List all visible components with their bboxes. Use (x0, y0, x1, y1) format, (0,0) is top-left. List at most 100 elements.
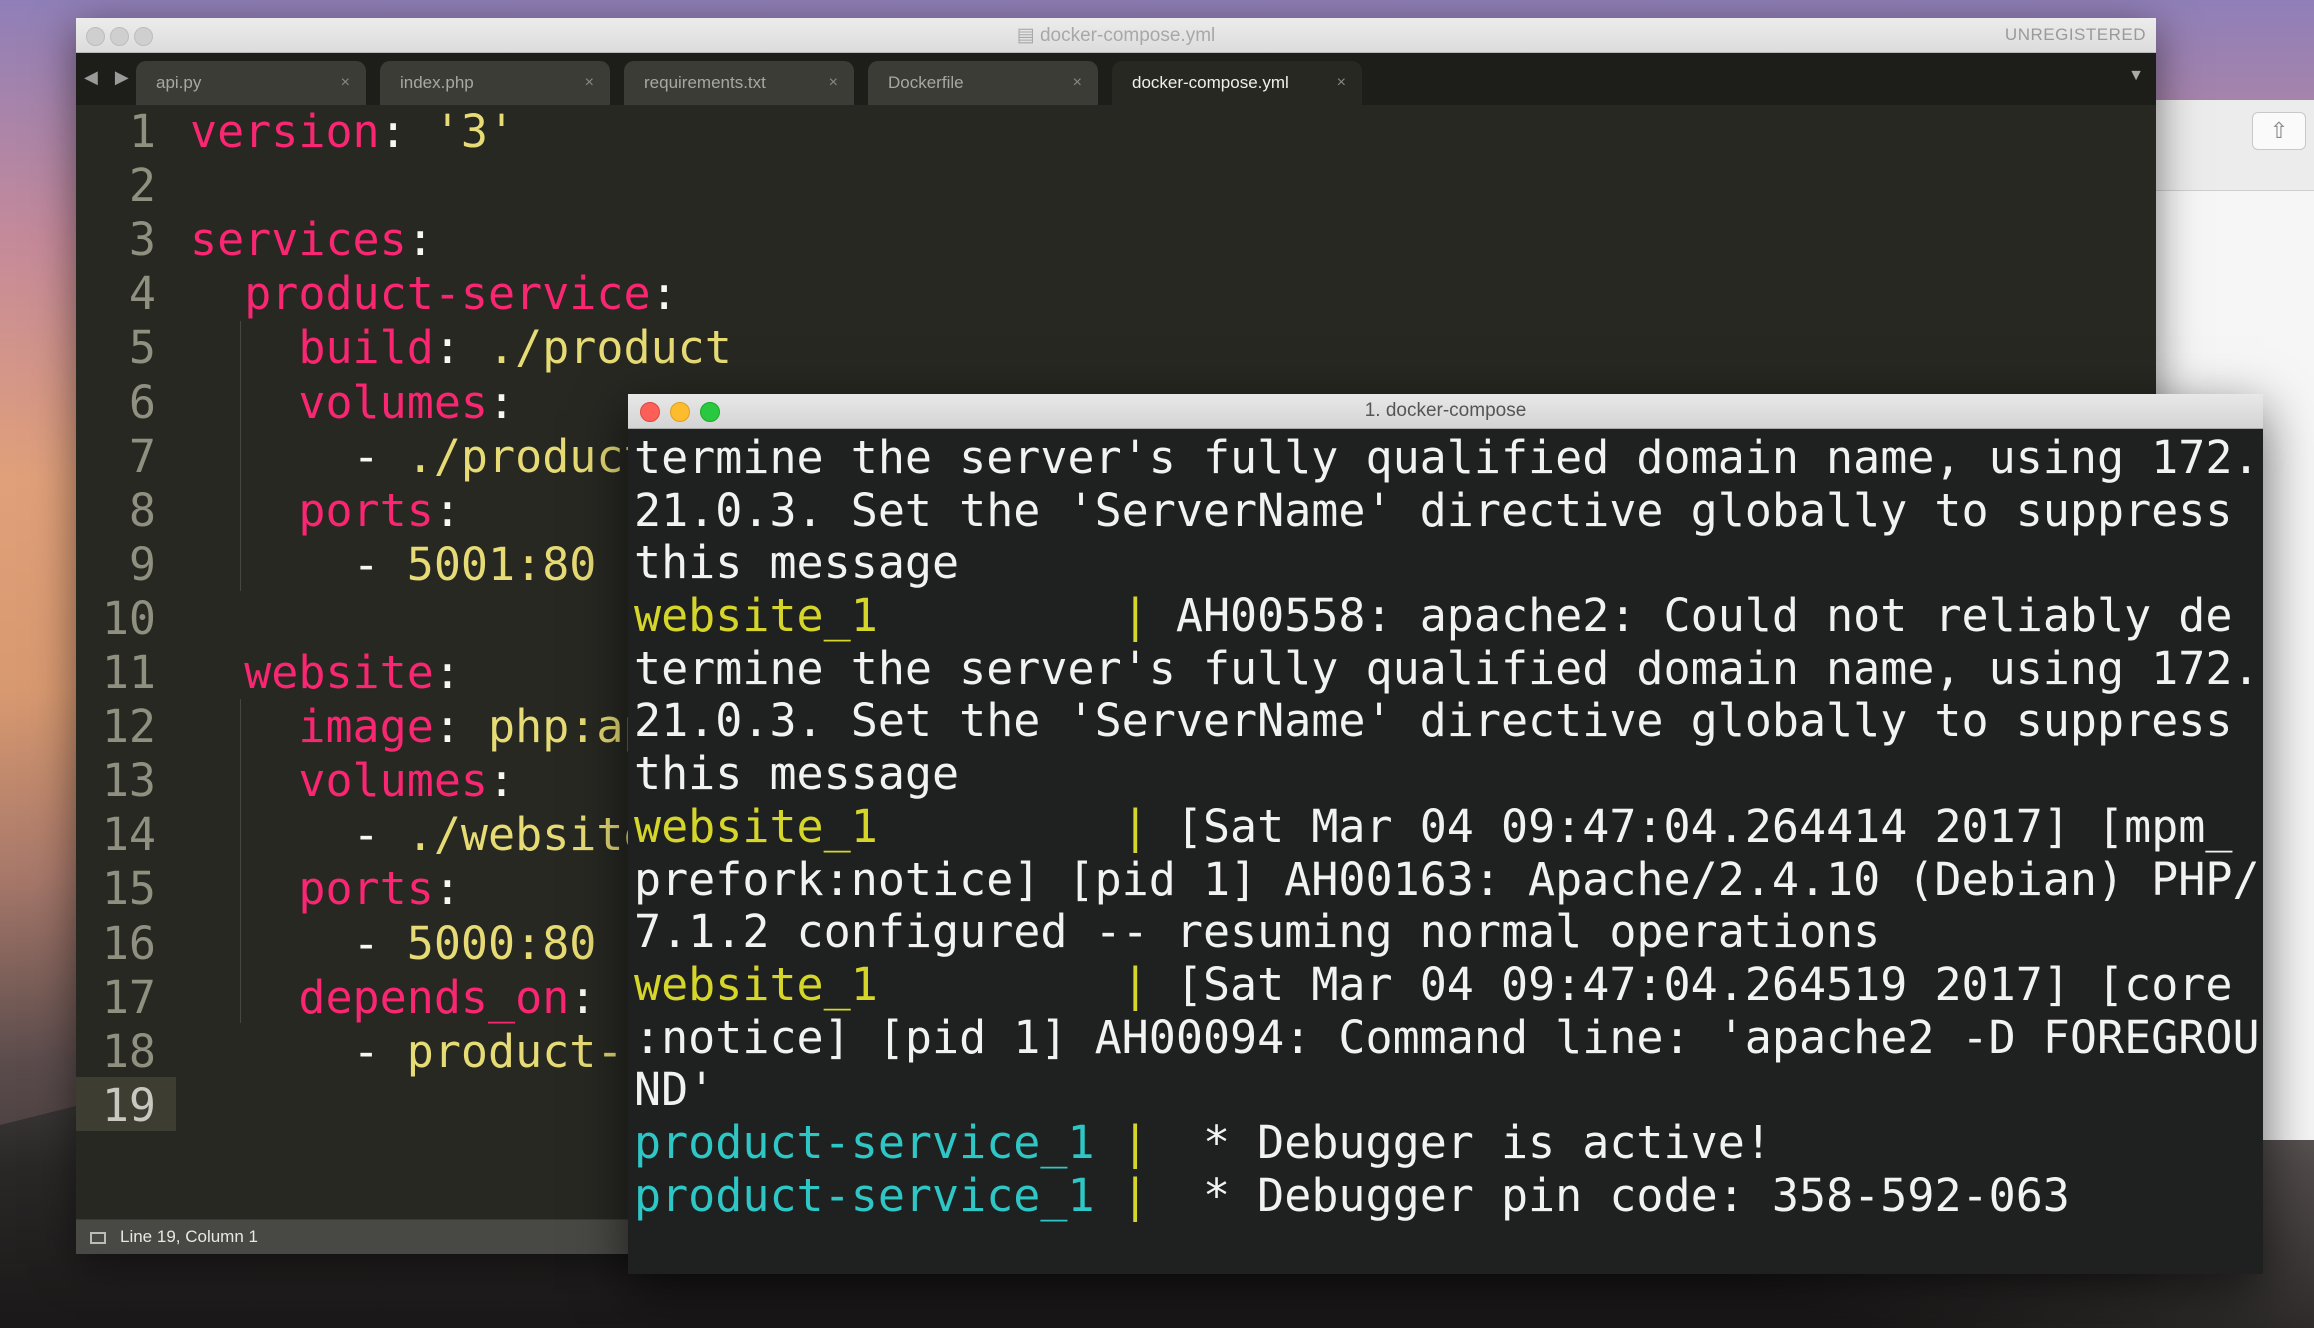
line-number: 7 (128, 429, 156, 483)
code-punct: - (352, 1024, 407, 1078)
tab-docker-compose-yml[interactable]: docker-compose.yml × (1112, 61, 1362, 105)
line-number: 15 (101, 862, 156, 916)
log-separator: | (1121, 1168, 1149, 1222)
code-line[interactable]: 14 - ./website (76, 808, 651, 862)
code-value: product-s (406, 1024, 651, 1078)
tab-dockerfile[interactable]: Dockerfile × (868, 61, 1098, 105)
code-line[interactable]: 16 - 5000:80 (76, 916, 597, 971)
code-punct: : (569, 970, 597, 1024)
tab-dropdown-icon[interactable]: ▼ (2128, 67, 2144, 85)
code-punct: - (352, 429, 407, 483)
code-value: ./product (406, 429, 651, 483)
close-tab-icon[interactable]: × (585, 61, 594, 105)
code-punct: : (433, 646, 461, 699)
code-line[interactable]: 18 - product-s (76, 1025, 651, 1079)
code-line[interactable]: 3 services: (76, 213, 434, 267)
code-line[interactable]: 7 - ./product (76, 430, 651, 484)
code-punct: - (352, 916, 407, 970)
close-tab-icon[interactable]: × (829, 61, 838, 105)
code-value: '3' (433, 105, 516, 158)
code-key: version (190, 105, 380, 158)
tab-bar: ◀ ▶ api.py × index.php × requirements.tx… (76, 53, 2156, 106)
code-line[interactable]: 13 volumes: (76, 754, 515, 808)
code-line[interactable]: 4 product-service: (76, 267, 678, 321)
line-number: 18 (101, 1024, 156, 1078)
line-number: 2 (128, 159, 156, 213)
code-line[interactable]: 1 version: '3' (76, 105, 515, 159)
log-text: :notice] [pid 1] AH00094: Command line: … (634, 1010, 2260, 1064)
code-line[interactable]: 6 volumes: (76, 376, 515, 430)
tab-label: requirements.txt (644, 73, 766, 92)
terminal-line: this message (634, 747, 2259, 801)
code-line[interactable]: 5 build: ./product (76, 321, 732, 375)
code-key: volumes (298, 375, 489, 429)
code-punct: : (379, 105, 434, 158)
line-number: 10 (101, 591, 156, 645)
terminal-line: :notice] [pid 1] AH00094: Command line: … (634, 1010, 2260, 1065)
code-line[interactable]: 12 image: php:ap (76, 700, 651, 754)
code-line[interactable]: 8 ports: (76, 484, 461, 538)
code-key: ports (298, 483, 434, 537)
code-value: php:ap (488, 700, 651, 754)
line-number: 1 (128, 105, 156, 158)
log-text: | * Debugger is active! (1121, 1115, 1772, 1169)
code-punct: : (433, 483, 461, 537)
code-line[interactable]: 2 (76, 159, 190, 213)
code-value: ./product (488, 321, 732, 375)
log-separator: | (1121, 799, 1149, 853)
tab-requirements-txt[interactable]: requirements.txt × (624, 61, 854, 105)
code-punct: : (433, 700, 489, 754)
code-line[interactable]: 15 ports: (76, 862, 461, 916)
log-separator: | (1121, 589, 1149, 643)
log-text: 7.1.2 configured -- resuming normal oper… (634, 905, 1881, 959)
terminal-output[interactable]: termine the server's fully qualified dom… (634, 431, 2260, 1274)
code-line[interactable]: 17 depends_on: (76, 970, 597, 1025)
code-value: 5001:80 (406, 537, 597, 591)
log-text: this message (634, 747, 960, 801)
code-line[interactable]: 10 (76, 592, 190, 646)
terminal-title: 1. docker-compose (1364, 400, 1527, 421)
panel-toggle-icon[interactable] (90, 1231, 106, 1244)
window-title: ▤ docker-compose.yml (1016, 25, 1216, 46)
terminal-line: termine the server's fully qualified dom… (634, 641, 2260, 696)
tab-label: docker-compose.yml (1132, 73, 1289, 92)
code-key: product-service (244, 267, 651, 321)
line-number: 8 (128, 483, 156, 537)
line-number: 19 (101, 1078, 156, 1132)
tab-nav-arrows-icon[interactable]: ◀ ▶ (84, 67, 135, 88)
terminal-line: 21.0.3. Set the 'ServerName' directive g… (634, 484, 2259, 538)
line-number: 5 (128, 321, 156, 375)
close-tab-icon[interactable]: × (341, 61, 350, 105)
tab-api-py[interactable]: api.py × (136, 61, 366, 105)
line-number: 16 (101, 916, 156, 970)
code-line[interactable]: 19 (76, 1079, 190, 1133)
line-number: 4 (128, 267, 156, 321)
log-text: | * Debugger pin code: 358-592-063 (1121, 1168, 2070, 1222)
line-number: 11 (101, 646, 156, 699)
close-tab-icon[interactable]: × (1073, 61, 1082, 105)
line-number: 13 (101, 754, 156, 808)
log-text: | AH00558: apache2: Could not reliably d… (1121, 589, 2233, 643)
code-punct: : (488, 754, 516, 808)
sublime-titlebar: ▤ docker-compose.yml UNREGISTERED (76, 18, 2156, 53)
code-line[interactable]: 11 website: (76, 646, 461, 700)
terminal-line: 21.0.3. Set the 'ServerName' directive g… (634, 695, 2259, 748)
line-number: 6 (128, 375, 156, 429)
service-prefix: website_1 (634, 589, 878, 643)
log-text: termine the server's fully qualified dom… (634, 641, 2260, 695)
code-line[interactable]: 9 - 5001:80 (76, 537, 597, 592)
code-punct: - (352, 808, 407, 862)
terminal-line: termine the server's fully qualified dom… (634, 431, 2260, 485)
terminal-line: 7.1.2 configured -- resuming normal oper… (634, 905, 2259, 959)
tab-index-php[interactable]: index.php × (380, 61, 610, 105)
line-number: 17 (101, 970, 156, 1024)
close-tab-icon[interactable]: × (1337, 61, 1346, 105)
share-icon[interactable]: ⇧ (2252, 112, 2306, 150)
